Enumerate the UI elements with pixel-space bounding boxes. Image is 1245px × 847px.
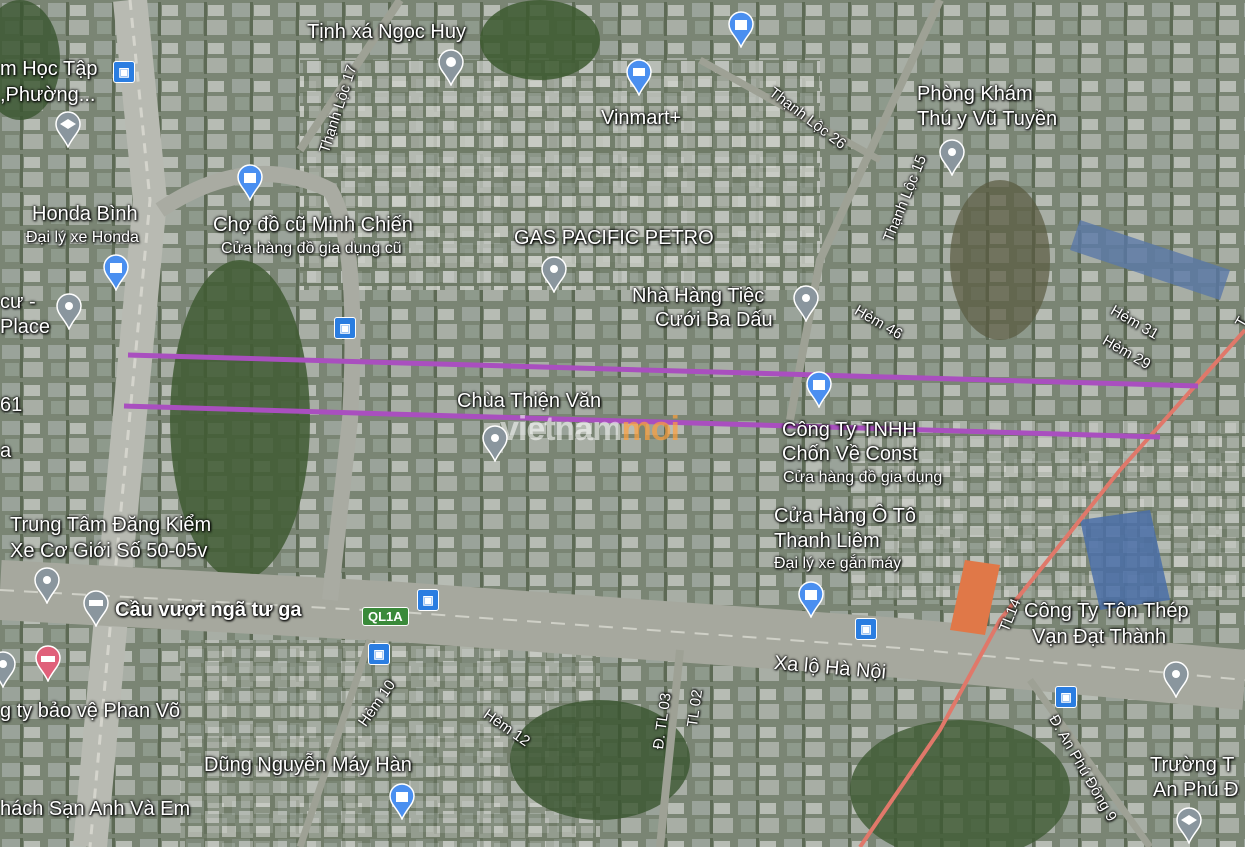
- temple-icon[interactable]: [480, 424, 510, 462]
- label-nha-hang-1[interactable]: Nhà Hàng Tiệc: [632, 285, 764, 307]
- label-cu-1[interactable]: cư -: [0, 291, 36, 313]
- label-cu-2[interactable]: Place: [0, 316, 50, 338]
- label-hoc-tap-2[interactable]: ,Phường...: [0, 84, 95, 106]
- temple-icon[interactable]: [436, 48, 466, 86]
- label-ton-thep-2[interactable]: Vạn Đạt Thành: [1032, 626, 1166, 648]
- place-pin-icon[interactable]: [791, 284, 821, 322]
- label-cong-ty-2[interactable]: Chốn Về Const: [782, 443, 918, 465]
- label-nha-hang-2[interactable]: Cưới Ba Dấu: [655, 309, 773, 331]
- shopping-cart-icon[interactable]: [624, 58, 654, 96]
- label-cau-vuot[interactable]: Cầu vượt ngã tư ga: [115, 599, 302, 621]
- label-phong-kham-1[interactable]: Phòng Khám: [917, 83, 1033, 105]
- shopping-bag-icon[interactable]: [796, 580, 826, 618]
- place-pin-icon[interactable]: [539, 255, 569, 293]
- label-chua[interactable]: Chùa Thiện Văn: [457, 390, 601, 412]
- shopping-bag-icon[interactable]: [804, 370, 834, 408]
- shopping-bag-icon[interactable]: [726, 10, 756, 48]
- label-bao-ve[interactable]: g ty bảo vệ Phan Võ: [0, 700, 180, 722]
- label-dung-nguyen[interactable]: Dũng Nguyễn Máy Hàn: [204, 754, 412, 776]
- label-truong-2[interactable]: An Phú Đ: [1153, 779, 1239, 801]
- shopping-bag-icon[interactable]: [235, 163, 265, 201]
- watermark: vietnammoi: [500, 410, 680, 448]
- place-pin-icon[interactable]: [0, 650, 18, 688]
- label-a[interactable]: a: [0, 440, 11, 462]
- label-ton-thep-1[interactable]: Công Ty Tôn Thép: [1024, 600, 1189, 622]
- label-cho-2[interactable]: Cửa hàng đồ gia dụng cũ: [221, 240, 402, 258]
- label-61[interactable]: 61: [0, 394, 22, 416]
- label-hoc-tap-1[interactable]: m Học Tập: [0, 58, 97, 80]
- bus-stop-icon[interactable]: ▣: [1055, 686, 1077, 708]
- bus-stop-icon[interactable]: ▣: [334, 317, 356, 339]
- label-truong-1[interactable]: Trường T: [1150, 754, 1234, 776]
- label-vinmart[interactable]: Vinmart+: [601, 107, 681, 129]
- highway-shield-ql1a: QL1A: [362, 607, 409, 626]
- place-pin-icon[interactable]: [54, 292, 84, 330]
- label-cong-ty-1[interactable]: Công Ty TNHH: [782, 419, 917, 441]
- label-honda-1[interactable]: Honda Bình: [32, 203, 138, 225]
- label-tinh-xa[interactable]: Tịnh xá Ngọc Huy: [307, 21, 466, 43]
- label-cho-1[interactable]: Chợ đồ cũ Minh Chiến: [213, 214, 413, 236]
- label-oto-2[interactable]: Thanh Liêm: [774, 530, 880, 552]
- place-pin-icon[interactable]: [1161, 660, 1191, 698]
- bus-stop-icon[interactable]: ▣: [113, 61, 135, 83]
- label-honda-2[interactable]: Đại lý xe Honda: [26, 229, 139, 247]
- place-pin-icon[interactable]: [32, 566, 62, 604]
- label-khach-san[interactable]: hách Sạn Anh Và Em: [0, 798, 190, 820]
- label-oto-1[interactable]: Cửa Hàng Ô Tô: [774, 505, 916, 527]
- label-phong-kham-2[interactable]: Thú y Vũ Tuyền: [917, 108, 1057, 130]
- bus-stop-icon[interactable]: ▣: [417, 589, 439, 611]
- label-cong-ty-3[interactable]: Cửa hàng đồ gia dụng: [783, 469, 942, 487]
- hotel-icon[interactable]: [33, 644, 63, 682]
- label-trung-tam-1[interactable]: Trung Tâm Đăng Kiểm: [10, 514, 211, 536]
- bus-stop-icon[interactable]: ▣: [368, 643, 390, 665]
- shopping-bag-icon[interactable]: [387, 782, 417, 820]
- label-trung-tam-2[interactable]: Xe Cơ Giới Số 50-05v: [10, 540, 207, 562]
- place-pin-icon[interactable]: [937, 138, 967, 176]
- bus-stop-icon[interactable]: ▣: [855, 618, 877, 640]
- school-icon[interactable]: [1174, 806, 1204, 844]
- bridge-icon[interactable]: [81, 589, 111, 627]
- shopping-bag-icon[interactable]: [101, 253, 131, 291]
- label-oto-3[interactable]: Đại lý xe gắn máy: [774, 555, 901, 573]
- school-icon[interactable]: [53, 110, 83, 148]
- label-gas[interactable]: GAS PACIFIC PETRO: [514, 227, 714, 249]
